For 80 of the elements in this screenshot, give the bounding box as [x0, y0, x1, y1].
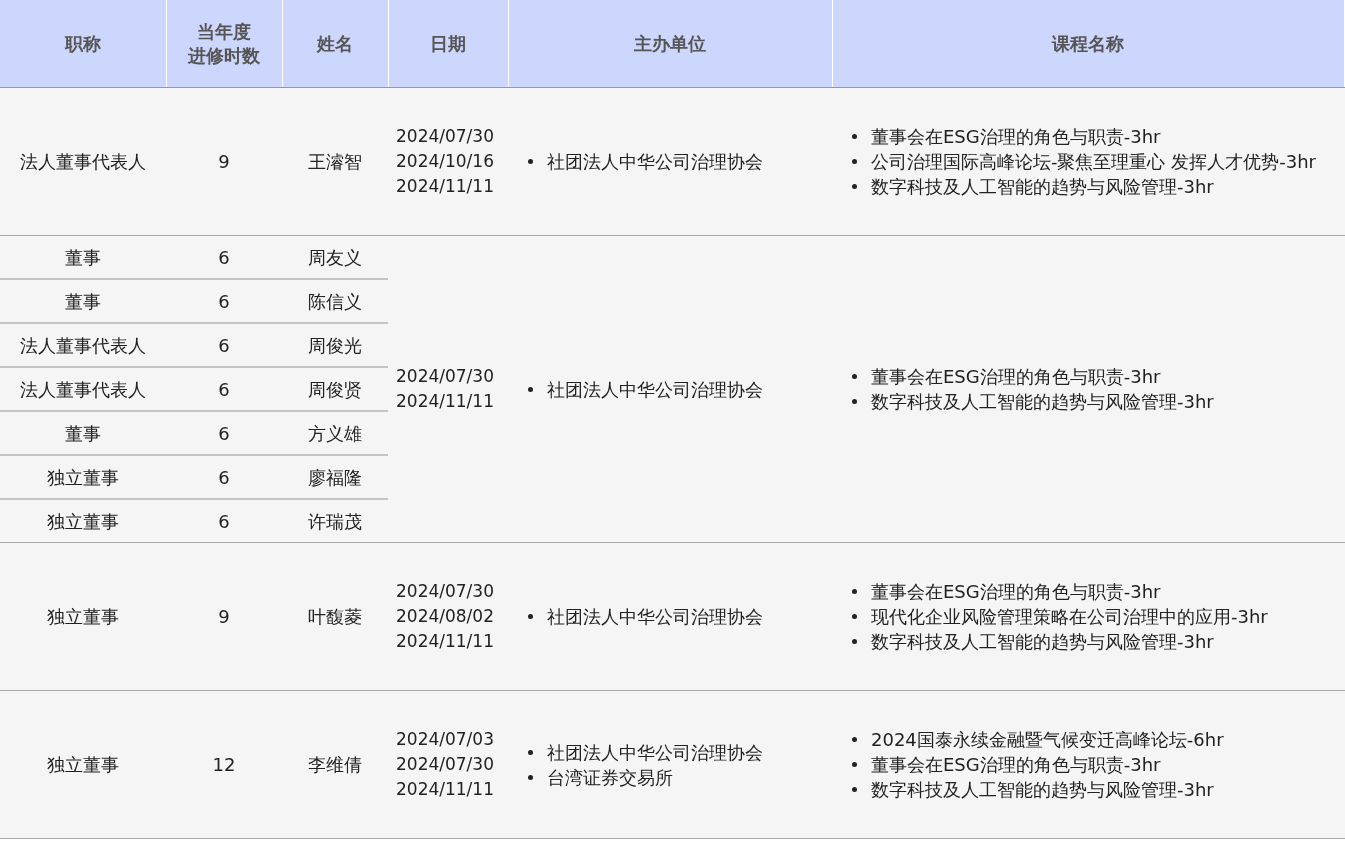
- date-text: 2024/11/11: [396, 778, 495, 801]
- bullet-icon: [852, 134, 857, 139]
- title-cell: 董事: [0, 279, 166, 323]
- bullet-icon: [852, 762, 857, 767]
- title-cell: 独立董事: [0, 455, 166, 499]
- date-text: 2024/07/30: [396, 125, 495, 148]
- date-text: 2024/08/02: [396, 605, 495, 628]
- bullet-icon: [852, 787, 857, 792]
- title-cell: 独立董事: [0, 499, 166, 543]
- bullet-icon: [528, 749, 533, 755]
- name-cell: 叶馥菱: [282, 542, 388, 691]
- hours-cell: 6: [166, 411, 282, 455]
- course-name: 数字科技及人工智能的趋势与风险管理-3hr: [871, 778, 1214, 802]
- title-cell: 独立董事: [0, 690, 166, 839]
- date-text: 2024/10/16: [396, 150, 495, 173]
- column-header: 职称: [64, 31, 101, 56]
- date-text: 2024/07/30: [396, 753, 495, 776]
- hours-cell: 6: [166, 323, 282, 367]
- course-name: 现代化企业风险管理策略在公司治理中的应用-3hr: [871, 605, 1268, 629]
- bullet-icon: [852, 737, 857, 742]
- date-text: 2024/11/11: [396, 175, 495, 198]
- course-name: 数字科技及人工智能的趋势与风险管理-3hr: [871, 175, 1214, 199]
- course-name: 董事会在ESG治理的角色与职责-3hr: [871, 753, 1161, 777]
- hours-cell: 6: [166, 279, 282, 323]
- date-text: 2024/11/11: [396, 630, 495, 653]
- column-header: 日期: [430, 31, 466, 56]
- title-cell: 法人董事代表人: [0, 367, 166, 411]
- name-cell: 廖福隆: [282, 455, 388, 499]
- date-text: 2024/07/30: [396, 365, 495, 388]
- hours-cell: 6: [166, 455, 282, 499]
- host-name: 社团法人中华公司治理协会: [547, 605, 763, 629]
- bullet-icon: [528, 159, 533, 164]
- host-name: 社团法人中华公司治理协会: [547, 377, 763, 402]
- host-name: 社团法人中华公司治理协会: [547, 150, 763, 174]
- bullet-icon: [852, 374, 857, 379]
- bullet-icon: [852, 639, 857, 644]
- hours-cell: 6: [166, 367, 282, 411]
- host-name: 社团法人中华公司治理协会: [547, 740, 763, 765]
- hours-cell: 6: [166, 235, 282, 279]
- course-name: 数字科技及人工智能的趋势与风险管理-3hr: [871, 390, 1214, 414]
- date-text: 2024/11/11: [396, 390, 495, 413]
- hours-cell: 9: [166, 87, 282, 236]
- date-text: 2024/07/03: [396, 728, 495, 751]
- course-name: 数字科技及人工智能的趋势与风险管理-3hr: [871, 630, 1214, 654]
- host-name: 台湾证券交易所: [547, 765, 673, 790]
- name-cell: 李维倩: [282, 690, 388, 839]
- hours-cell: 6: [166, 499, 282, 543]
- bullet-icon: [852, 399, 857, 404]
- title-cell: 独立董事: [0, 542, 166, 691]
- name-cell: 周俊光: [282, 323, 388, 367]
- bullet-icon: [528, 386, 533, 392]
- title-cell: 法人董事代表人: [0, 323, 166, 367]
- name-cell: 许瑞茂: [282, 499, 388, 543]
- column-header: 当年度: [197, 19, 251, 44]
- bullet-icon: [852, 614, 857, 619]
- column-header: 主办单位: [634, 31, 706, 56]
- course-name: 董事会在ESG治理的角色与职责-3hr: [871, 125, 1161, 149]
- course-name: 董事会在ESG治理的角色与职责-3hr: [871, 580, 1161, 604]
- title-cell: 法人董事代表人: [0, 87, 166, 236]
- column-header: 进修时数: [188, 43, 260, 68]
- name-cell: 周俊贤: [282, 367, 388, 411]
- hours-cell: 12: [166, 690, 282, 839]
- date-text: 2024/07/30: [396, 580, 495, 603]
- bullet-icon: [528, 774, 533, 780]
- title-cell: 董事: [0, 235, 166, 279]
- column-header: 课程名称: [1052, 31, 1125, 56]
- name-cell: 方义雄: [282, 411, 388, 455]
- course-name: 董事会在ESG治理的角色与职责-3hr: [871, 365, 1161, 389]
- bullet-icon: [852, 184, 857, 189]
- name-cell: 王濬智: [282, 87, 388, 236]
- bullet-icon: [852, 159, 857, 164]
- bullet-icon: [528, 614, 533, 619]
- column-header: 姓名: [317, 31, 353, 56]
- hours-cell: 9: [166, 542, 282, 691]
- course-name: 2024国泰永续金融暨气候变迁高峰论坛-6hr: [871, 728, 1224, 752]
- title-cell: 董事: [0, 411, 166, 455]
- name-cell: 周友义: [282, 235, 388, 279]
- name-cell: 陈信义: [282, 279, 388, 323]
- course-name: 公司治理国际高峰论坛-聚焦至理重心 发挥人才优势-3hr: [871, 150, 1316, 174]
- bullet-icon: [852, 589, 857, 594]
